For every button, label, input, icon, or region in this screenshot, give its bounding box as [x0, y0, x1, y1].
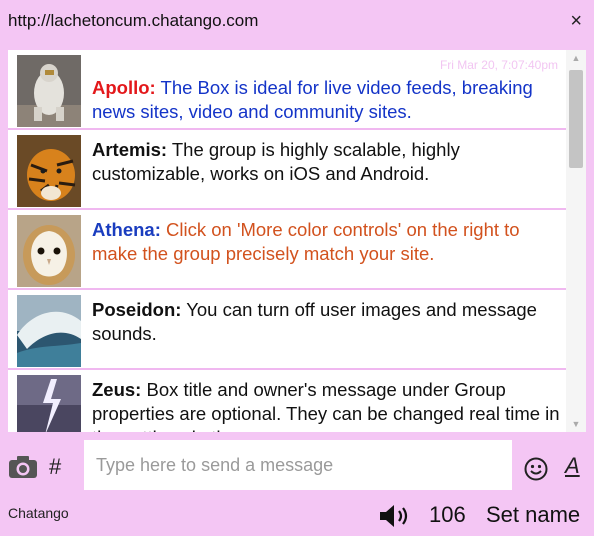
- group-url[interactable]: http://lacheto­ncum.chatango.com: [8, 11, 258, 31]
- camera-icon[interactable]: [8, 455, 38, 479]
- avatar-athena[interactable]: [17, 215, 81, 287]
- message-timestamp: Fri Mar 20, 7:07:40pm: [439, 58, 558, 72]
- message-item: Zeus: Box title and owner's message unde…: [8, 370, 566, 432]
- chatango-link[interactable]: Chatango: [8, 505, 69, 521]
- set-name-button[interactable]: Set name: [486, 502, 580, 528]
- message-author[interactable]: Apollo:: [92, 77, 156, 98]
- avatar-artemis[interactable]: [17, 135, 81, 207]
- message-body: The Box is ideal for live video feeds, b…: [92, 77, 533, 122]
- message-text-block: Zeus: Box title and owner's message unde…: [92, 378, 562, 432]
- scrollbar[interactable]: ▲ ▼: [566, 50, 586, 432]
- font-style-button[interactable]: A: [565, 453, 580, 479]
- message-text-block: Poseidon: You can turn off user images a…: [92, 298, 562, 346]
- message-input[interactable]: [84, 440, 512, 490]
- message-author[interactable]: Zeus:: [92, 379, 141, 400]
- message-author[interactable]: Athena:: [92, 219, 161, 240]
- message-text-block: Artemis: The group is highly scalable, h…: [92, 138, 562, 186]
- message-body: Box title and owner's message under Grou…: [92, 379, 560, 432]
- message-item: Athena: Click on 'More color controls' o…: [8, 210, 566, 290]
- message-list: Fri Mar 20, 7:07:40pm Apollo: The Box is…: [8, 50, 566, 432]
- message-author[interactable]: Poseidon:: [92, 299, 181, 320]
- message-text-block: Athena: Click on 'More color controls' o…: [92, 218, 562, 266]
- speaker-icon[interactable]: [378, 503, 410, 529]
- scrollbar-thumb[interactable]: [569, 70, 583, 168]
- message-item: Artemis: The group is highly scalable, h…: [8, 130, 566, 210]
- avatar-apollo[interactable]: [17, 55, 81, 127]
- smiley-icon[interactable]: [524, 457, 548, 481]
- close-icon[interactable]: ×: [570, 11, 582, 31]
- message-item: Poseidon: You can turn off user images a…: [8, 290, 566, 370]
- avatar-poseidon[interactable]: [17, 295, 81, 367]
- message-author[interactable]: Artemis:: [92, 139, 167, 160]
- scroll-up-arrow-icon[interactable]: ▲: [566, 50, 586, 66]
- message-item: Fri Mar 20, 7:07:40pm Apollo: The Box is…: [8, 50, 566, 130]
- message-panel: Fri Mar 20, 7:07:40pm Apollo: The Box is…: [8, 50, 586, 432]
- scroll-down-arrow-icon[interactable]: ▼: [566, 416, 586, 432]
- message-text-block: Apollo: The Box is ideal for live video …: [92, 76, 562, 124]
- hashtag-button[interactable]: #: [49, 454, 61, 480]
- avatar-zeus[interactable]: [17, 375, 81, 432]
- user-count[interactable]: 106: [429, 502, 466, 528]
- title-bar: http://lacheto­ncum.chatango.com ×: [0, 0, 594, 42]
